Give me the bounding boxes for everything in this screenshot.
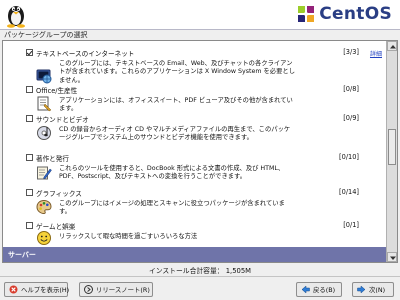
games-face-icon xyxy=(37,231,51,245)
group-checkbox[interactable] xyxy=(26,115,33,122)
group-checkbox[interactable] xyxy=(26,189,33,196)
group-description: このグループにはイメージの処理とスキャンに役立つパッケージが含まれています。 xyxy=(59,200,285,216)
release-notes-button[interactable]: リリースノート(R) xyxy=(79,282,153,297)
package-group-list-frame: テキストベースのインターネット [3/3] 詳細 このグループには、テキストベー… xyxy=(2,40,398,263)
next-button-label: 次(N) xyxy=(369,286,386,294)
group-checkbox[interactable] xyxy=(26,222,33,229)
group-row-authoring: 著作と発行 [0/10] これらのツールを使用すると、DocBook 形式による… xyxy=(3,152,386,192)
tux-penguin-icon xyxy=(7,6,25,28)
header-divider xyxy=(0,29,400,30)
centos-logo-mark-icon xyxy=(298,6,315,22)
group-description: アプリケーションには、オフィススイート、PDF ビューア及びその他が含まれていま… xyxy=(59,97,293,113)
footer-divider xyxy=(0,276,400,277)
category-header-server: サーバー xyxy=(3,247,386,262)
terminal-globe-icon xyxy=(36,69,52,84)
scrollbar-thumb[interactable] xyxy=(388,129,396,165)
group-row-graphics: グラフィックス [0/14] このグループにはイメージの処理とスキャンに役立つパ… xyxy=(3,187,386,217)
release-notes-icon xyxy=(84,285,93,294)
group-checkbox[interactable] xyxy=(26,154,33,161)
group-count: [0/1] xyxy=(343,221,359,229)
group-description: リラックスして暇な時間を過ごすいろいろな方法 xyxy=(59,233,198,240)
scroll-up-arrow-icon[interactable] xyxy=(387,41,397,51)
sound-video-icon xyxy=(37,126,51,140)
office-document-icon xyxy=(37,96,52,112)
group-name: Office/生産性 xyxy=(36,87,78,95)
next-arrow-icon xyxy=(357,285,366,294)
group-count: [0/8] xyxy=(343,85,359,93)
group-name: 著作と発行 xyxy=(36,155,69,163)
next-button[interactable]: 次(N) xyxy=(352,282,394,297)
back-button-label: 戻る(B) xyxy=(313,286,336,294)
group-row-office: Office/生産性 [0/8] アプリケーションには、オフィススイート、PDF… xyxy=(3,84,386,114)
install-size-label: インストール合計容量： 1,505M xyxy=(148,267,252,275)
group-detail-link[interactable]: 詳細 xyxy=(370,49,382,58)
group-name: グラフィックス xyxy=(36,190,82,198)
authoring-pen-icon xyxy=(37,166,52,180)
group-count: [3/3] xyxy=(343,48,359,56)
group-count: [0/9] xyxy=(343,114,359,122)
group-description: これらのツールを使用すると、DocBook 形式による文書の作成、及び HTML… xyxy=(59,165,285,181)
help-button-label: ヘルプを表示(H) xyxy=(21,286,70,294)
release-notes-label: リリースノート(R) xyxy=(96,286,150,294)
scroll-down-arrow-icon[interactable] xyxy=(387,252,397,262)
group-count: [0/14] xyxy=(339,188,359,196)
brand-name: CentOS xyxy=(319,4,392,24)
group-row-games: ゲームと娯楽 [0/1] リラックスして暇な時間を過ごすいろいろな方法 xyxy=(3,220,386,246)
group-row-sound-video: サウンドとビデオ [0/9] CD の録音からオーディオ CD やマルチメディア… xyxy=(3,113,386,153)
graphics-palette-icon xyxy=(36,199,52,215)
group-name: テキストベースのインターネット xyxy=(36,50,135,58)
group-description: CD の録音からオーディオ CD やマルチメディアファイルの再生まで、このパッケ… xyxy=(59,126,291,142)
category-label: サーバー xyxy=(8,251,36,259)
group-name: サウンドとビデオ xyxy=(36,116,89,124)
back-button[interactable]: 戻る(B) xyxy=(296,282,342,297)
group-description: このグループには、テキストベースの Email、Web、及びチャットの各クライア… xyxy=(59,60,295,84)
group-count: [0/10] xyxy=(339,153,359,161)
group-checkbox[interactable] xyxy=(26,86,33,93)
vertical-scrollbar[interactable] xyxy=(386,41,397,262)
clipped-text-fragment xyxy=(59,41,159,42)
header-banner: CentOS xyxy=(0,0,400,29)
group-checkbox[interactable] xyxy=(26,49,33,56)
centos-logo: CentOS xyxy=(296,4,392,24)
help-button[interactable]: ヘルプを表示(H) xyxy=(4,282,70,297)
page-title: パッケージグループの選択 xyxy=(4,31,88,39)
help-close-icon xyxy=(9,285,18,294)
package-group-list[interactable]: テキストベースのインターネット [3/3] 詳細 このグループには、テキストベー… xyxy=(3,41,386,262)
back-arrow-icon xyxy=(301,285,310,294)
